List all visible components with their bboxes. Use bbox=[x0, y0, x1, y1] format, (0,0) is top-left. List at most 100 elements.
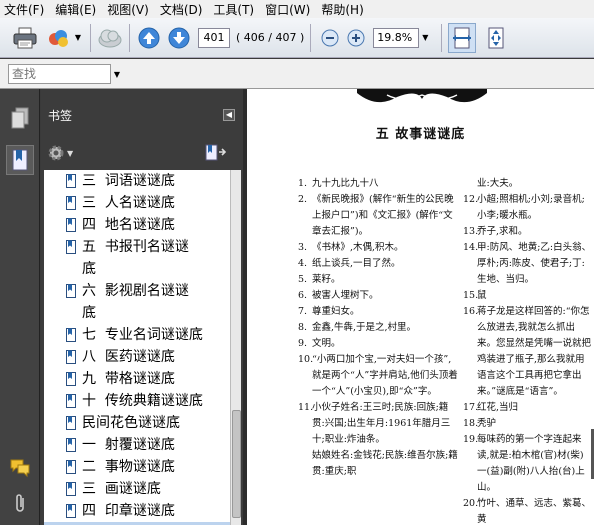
entry-text: 莱籽。 bbox=[312, 274, 341, 285]
bookmarks-toolbar: ▼ bbox=[41, 139, 243, 169]
bookmark-icon bbox=[66, 350, 76, 364]
comments-panel-icon[interactable] bbox=[6, 453, 34, 483]
menu-tools[interactable]: 工具(T) bbox=[213, 1, 254, 18]
entry-number: 9. bbox=[298, 338, 308, 349]
document-page: 五 故事谜谜底 1. 九十九比九十八 2. 《新民晚报》(解作“新生的公民晚上报户口”… bbox=[247, 89, 594, 525]
menu-document[interactable]: 文档(D) bbox=[160, 1, 203, 18]
bookmark-label: 一 射覆谜谜底 bbox=[82, 437, 175, 453]
bookmark-item[interactable]: 三 人名谜谜底 bbox=[44, 192, 230, 214]
page-up-icon[interactable] bbox=[136, 25, 162, 51]
fit-width-icon[interactable] bbox=[448, 22, 477, 53]
bookmark-item[interactable]: 九 带格谜谜底 bbox=[44, 368, 230, 390]
bookmark-label: 五 书报刊名谜谜 底 bbox=[82, 239, 189, 277]
bookmark-scrollbar[interactable] bbox=[230, 170, 241, 525]
entry-text: 金鑫,牛犇,于是之,村里。 bbox=[312, 322, 417, 333]
menu-bar: 文件(F) 编辑(E) 视图(V) 文档(D) 工具(T) 窗口(W) 帮助(H… bbox=[0, 0, 594, 18]
answer-entry: 14. 甲:防风、地黄;乙:白头翁、厚朴;丙:陈皮、使君子;丁:生地、当归。 bbox=[463, 240, 593, 288]
bookmark-icon bbox=[66, 438, 76, 452]
answer-entry: 17. 红花,当归 bbox=[463, 400, 593, 416]
answer-entry: 3. 《书林》,木偶,积木。 bbox=[298, 240, 460, 256]
entry-text: 鼠 bbox=[477, 290, 487, 301]
bookmark-icon bbox=[66, 482, 76, 496]
entry-number: 7. bbox=[298, 306, 308, 317]
search-dropdown-icon[interactable]: ▼ bbox=[111, 64, 123, 84]
answer-entry: 16. 蒋子龙是这样回答的:“你怎么放进去,我就怎么抓出来。您显然是凭嘴一说就把鸡… bbox=[463, 304, 593, 400]
bookmark-item[interactable]: 五 书报刊名谜谜 底 bbox=[44, 236, 230, 280]
entry-text: 纸上谈兵,一目了然。 bbox=[312, 258, 401, 269]
bookmark-item[interactable]: 四 印章谜谜底 bbox=[44, 500, 230, 522]
menu-window[interactable]: 窗口(W) bbox=[265, 1, 310, 18]
entry-number: 5. bbox=[298, 274, 308, 285]
entry-number: 3. bbox=[298, 242, 308, 253]
bookmark-icon bbox=[66, 504, 76, 518]
bookmark-icon bbox=[66, 196, 76, 210]
bookmark-icon bbox=[66, 218, 76, 232]
search-bar: ▼ bbox=[0, 59, 594, 89]
answer-entry: 8. 金鑫,牛犇,于是之,村里。 bbox=[298, 320, 460, 336]
menu-view[interactable]: 视图(V) bbox=[107, 1, 149, 18]
attachments-panel-icon[interactable] bbox=[6, 489, 34, 519]
expand-bookmark-icon[interactable] bbox=[205, 143, 227, 166]
bookmark-icon bbox=[66, 416, 76, 430]
bookmark-icon bbox=[66, 328, 76, 342]
zoom-dropdown-icon[interactable]: ▼ bbox=[419, 28, 431, 48]
entry-number: 16. bbox=[463, 306, 479, 317]
entry-number: 12. bbox=[463, 194, 479, 205]
bookmarks-panel-icon[interactable] bbox=[6, 145, 34, 175]
entry-number: 8. bbox=[298, 322, 308, 333]
answer-entry: 2. 《新民晚报》(解作“新生的公民晚上报户口”)和《文汇报》(解作“文章去汇报”… bbox=[298, 192, 460, 240]
answer-entry: 13. 乔子,求和。 bbox=[463, 224, 593, 240]
stamp-icon[interactable] bbox=[46, 25, 72, 51]
bookmark-item[interactable]: 八 医药谜谜底 bbox=[44, 346, 230, 368]
pages-panel-icon[interactable] bbox=[6, 103, 34, 133]
entry-text: 尊重妇女。 bbox=[312, 306, 360, 317]
entry-number: 11. bbox=[298, 402, 314, 413]
search-input[interactable] bbox=[8, 64, 111, 84]
bookmark-item[interactable]: 二 事物谜谜底 bbox=[44, 456, 230, 478]
entry-text: 竹叶、通草、远志、紫葛、黄 bbox=[477, 498, 592, 525]
menu-help[interactable]: 帮助(H) bbox=[321, 1, 363, 18]
answer-entry: 姑娘姓名:金钱花;民族:维吾尔族;籍贯:重庆;职 bbox=[298, 448, 460, 480]
fit-page-icon[interactable] bbox=[482, 23, 510, 53]
stamp-dropdown-icon[interactable]: ▼ bbox=[72, 28, 84, 48]
bookmark-list: 三 词语谜谜底三 人名谜谜底四 地名谜谜底五 书报刊名谜谜 底六 影视剧名谜谜 … bbox=[44, 170, 230, 525]
toolbar-separator bbox=[310, 23, 312, 52]
scrollbar-thumb[interactable] bbox=[232, 410, 241, 518]
bookmark-item[interactable]: 三 词语谜谜底 bbox=[44, 170, 230, 192]
toolbar-separator bbox=[129, 23, 130, 52]
collapse-panel-icon[interactable]: ◀ bbox=[223, 109, 235, 121]
zoom-out-icon[interactable] bbox=[317, 25, 343, 51]
current-page-input[interactable]: 401 bbox=[198, 27, 230, 48]
bookmark-item[interactable]: 三 画谜谜底 bbox=[44, 478, 230, 500]
bookmark-label: 十 传统典籍谜谜底 bbox=[82, 393, 203, 409]
entry-number: 14. bbox=[463, 242, 479, 253]
bookmark-item[interactable]: 十 传统典籍谜谜底 bbox=[44, 390, 230, 412]
bookmark-item[interactable]: 七 专业名词谜谜底 bbox=[44, 324, 230, 346]
answer-entry: 7. 尊重妇女。 bbox=[298, 304, 460, 320]
bookmark-icon bbox=[66, 372, 76, 386]
cloud-icon[interactable] bbox=[97, 25, 123, 51]
entry-text: 秃驴 bbox=[477, 418, 497, 429]
menu-edit[interactable]: 编辑(E) bbox=[55, 1, 96, 18]
menu-file[interactable]: 文件(F) bbox=[4, 1, 44, 18]
bookmark-item[interactable]: 四 地名谜谜底 bbox=[44, 214, 230, 236]
entry-number: 1. bbox=[298, 178, 308, 189]
entry-text: 《书林》,木偶,积木。 bbox=[312, 242, 404, 253]
page-down-icon[interactable] bbox=[166, 25, 192, 51]
bookmark-item[interactable]: 民间花色谜谜底 bbox=[44, 412, 230, 434]
entry-text: 乔子,求和。 bbox=[477, 226, 528, 237]
zoom-in-icon[interactable] bbox=[343, 25, 369, 51]
bookmarks-panel-title: 书签 ◀ bbox=[41, 103, 243, 129]
bookmark-label: 民间花色谜谜底 bbox=[82, 415, 180, 431]
entry-text: 业:大夫。 bbox=[477, 178, 519, 189]
entry-text: 小超;照相机;小刘;录音机;小李;暖水瓶。 bbox=[477, 194, 585, 221]
zoom-level-input[interactable]: 19.8% bbox=[373, 27, 420, 48]
bookmark-item[interactable]: 一 射覆谜谜底 bbox=[44, 434, 230, 456]
entry-text: 被害人埋树下。 bbox=[312, 290, 379, 301]
chapter-title: 五 故事谜谜底 bbox=[375, 127, 466, 142]
entry-number: 10. bbox=[298, 354, 314, 365]
printer-icon[interactable] bbox=[12, 25, 38, 51]
answer-entry: 19. 每味药的第一个字连起来读,就是:柏木棺(官)材(柴)一(益)副(附)八人抬… bbox=[463, 432, 593, 496]
options-menu-icon[interactable]: ▼ bbox=[47, 144, 73, 162]
bookmark-item[interactable]: 六 影视剧名谜谜 底 bbox=[44, 280, 230, 324]
